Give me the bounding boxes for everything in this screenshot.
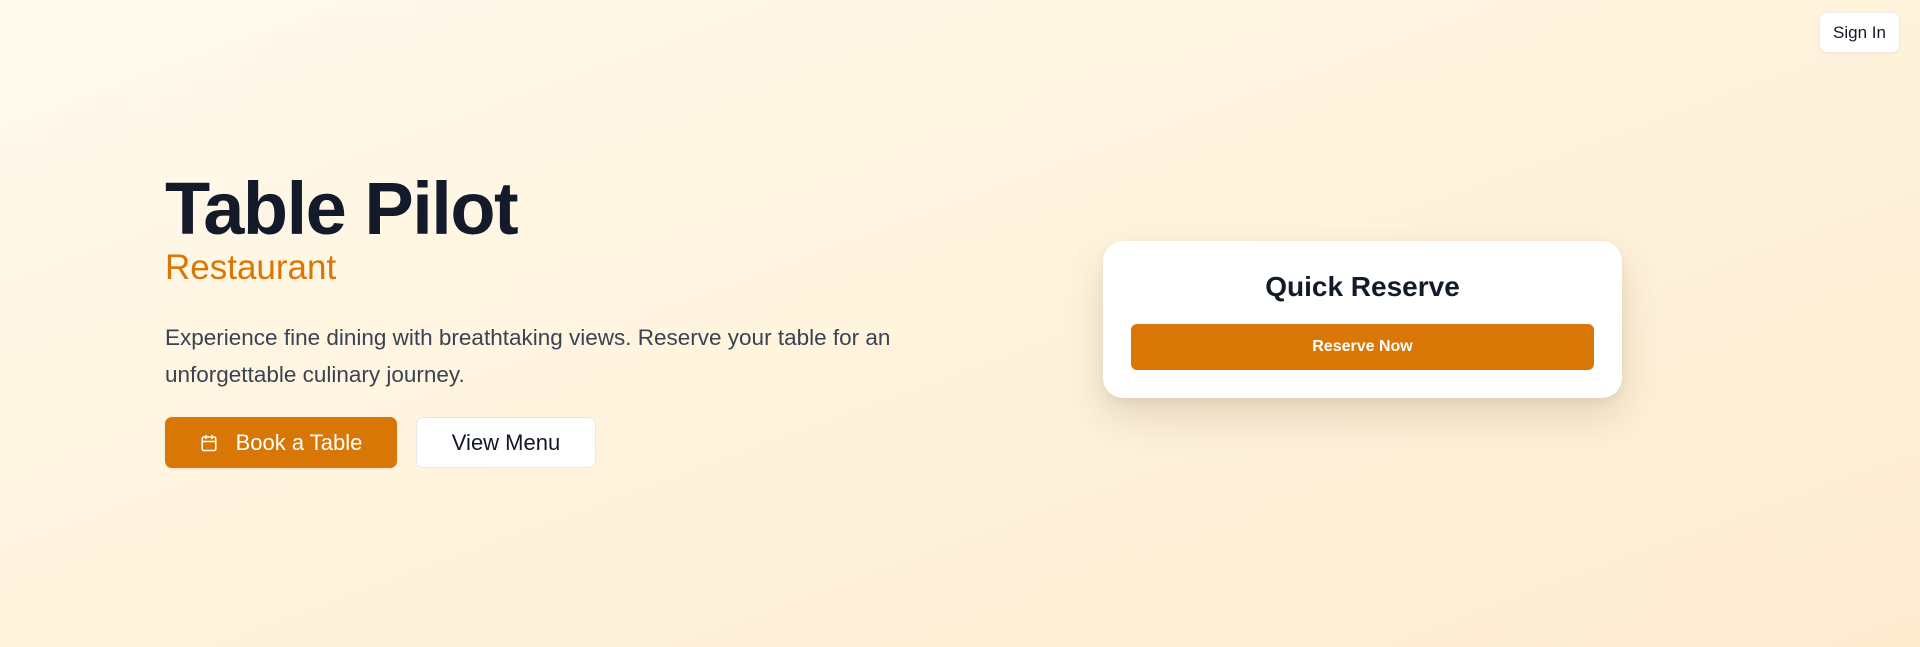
reserve-now-button[interactable]: Reserve Now bbox=[1131, 324, 1594, 370]
sign-in-button[interactable]: Sign In bbox=[1819, 12, 1900, 53]
page-subtitle: Restaurant bbox=[165, 248, 337, 287]
book-table-label: Book a Table bbox=[235, 429, 363, 455]
hero-description: Experience fine dining with breathtaking… bbox=[165, 325, 891, 387]
hero-actions: Book a Table View Menu bbox=[165, 417, 925, 468]
page-title: Table Pilot bbox=[165, 167, 519, 250]
view-menu-button[interactable]: View Menu bbox=[416, 417, 596, 468]
book-table-button[interactable]: Book a Table bbox=[165, 417, 397, 468]
calendar-icon bbox=[200, 434, 218, 452]
hero-section: Table Pilot Restaurant Experience fine d… bbox=[165, 170, 925, 468]
quick-reserve-title: Quick Reserve bbox=[1265, 271, 1460, 302]
quick-reserve-card: Quick Reserve Reserve Now bbox=[1103, 241, 1622, 398]
